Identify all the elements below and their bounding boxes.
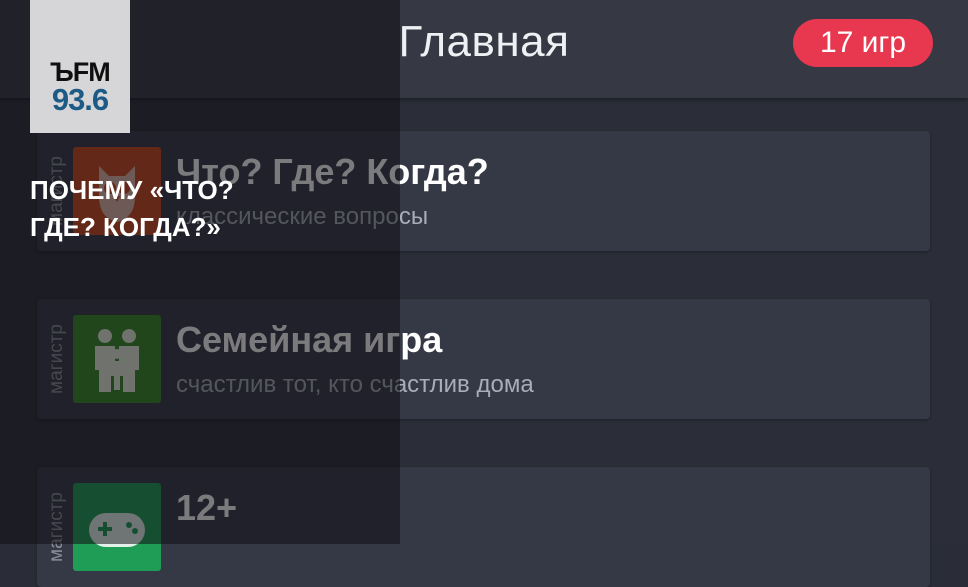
game-card-family[interactable]: магистр Семейная игра счастлив тот, кто … xyxy=(37,299,930,419)
game-subtitle: счастлив тот, кто счастлив дома xyxy=(176,371,534,398)
article-headline: ПОЧЕМУ «ЧТО? ГДЕ? КОГДА?» xyxy=(30,172,330,246)
rank-label: магистр xyxy=(46,492,68,562)
game-title: 12+ xyxy=(176,487,238,528)
game-card-12plus[interactable]: магистр 12+ xyxy=(37,467,930,587)
family-icon xyxy=(73,315,161,403)
headline-line-1: ПОЧЕМУ «ЧТО? xyxy=(30,175,234,205)
games-count-badge[interactable]: 17 игр xyxy=(793,19,933,67)
app-screen: Главная 17 игр магистр Что? Где? Когда? … xyxy=(0,0,968,587)
top-bar: Главная 17 игр xyxy=(0,0,968,98)
radio-logo: ЪFM 93.6 xyxy=(30,0,130,133)
rank-label: магистр xyxy=(46,324,68,394)
game-title: Семейная игра xyxy=(176,319,443,360)
gamepad-icon xyxy=(73,483,161,571)
headline-line-2: ГДЕ? КОГДА?» xyxy=(30,212,221,242)
logo-frequency: 93.6 xyxy=(51,82,109,117)
